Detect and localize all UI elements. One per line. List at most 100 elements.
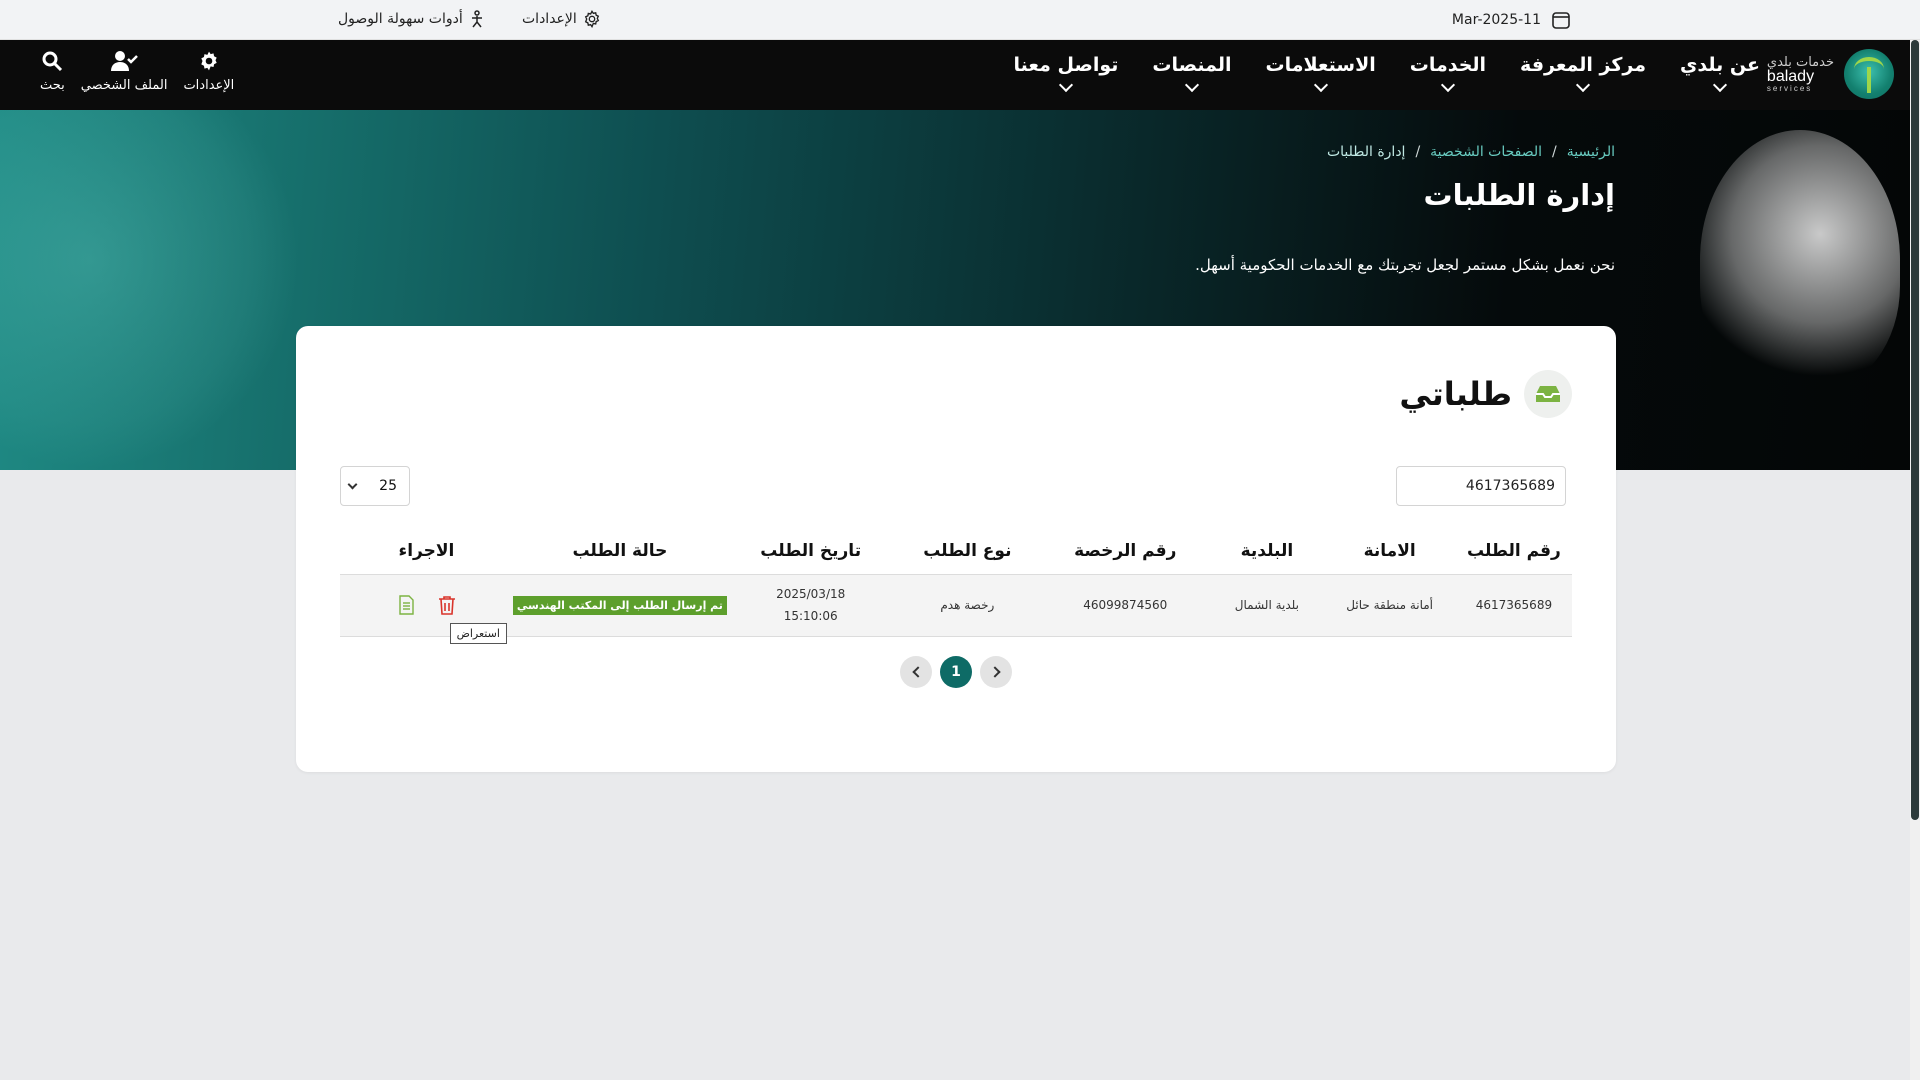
chevron-down-icon (1184, 77, 1200, 93)
column-header[interactable]: الاجراء (340, 528, 513, 575)
nav-item-label: المنصات (1152, 54, 1232, 76)
user-check-icon (111, 51, 138, 71)
column-header[interactable]: حالة الطلب (512, 528, 727, 575)
breadcrumb: الرئيسية / الصفحات الشخصية / إدارة الطلب… (1327, 144, 1615, 160)
brand-logo[interactable]: خدمات بلدي balady services (1767, 49, 1894, 99)
chevron-left-icon (911, 666, 924, 678)
page-scrollbar[interactable] (1910, 40, 1920, 1080)
nav-item-label: مركز المعرفة (1520, 54, 1647, 76)
nav-item-contact[interactable]: تواصل معنا (1013, 40, 1119, 93)
accessibility-label: أدوات سهولة الوصول (338, 11, 463, 27)
nav-item-about[interactable]: عن بلدي (1680, 40, 1760, 93)
chevron-down-icon (347, 479, 358, 489)
column-header[interactable]: رقم الطلب (1455, 528, 1572, 575)
breadcrumb-personal-pages[interactable]: الصفحات الشخصية (1430, 144, 1542, 160)
chevron-down-icon (1058, 77, 1074, 93)
chevron-down-icon (1313, 77, 1328, 93)
column-header[interactable]: الامانة (1323, 528, 1456, 575)
brand-sub: services (1766, 83, 1813, 93)
nav-item-label: الخدمات (1409, 54, 1487, 76)
request-time: 15:10:06 (783, 609, 838, 623)
card-title: طلباتي (1399, 375, 1512, 413)
card-header: طلباتي (1399, 370, 1572, 418)
cell-request-no: 4617365689 (1455, 574, 1572, 637)
view-button[interactable] (396, 595, 416, 615)
nav-item-inquiries[interactable]: الاستعلامات (1265, 40, 1376, 93)
document-icon (399, 595, 415, 615)
date-text: Mar-2025-11 (1451, 12, 1541, 28)
cell-type: رخصة هدم (894, 574, 1041, 637)
prev-page-button[interactable] (900, 656, 932, 688)
main-nav: خدمات بلدي balady services عن بلدي مركز … (0, 40, 1920, 110)
page-title: إدارة الطلبات (1423, 178, 1615, 212)
utility-settings-link[interactable]: الإعدادات (522, 10, 601, 28)
nav-search-label: بحث (40, 78, 65, 93)
next-page-button[interactable] (980, 656, 1012, 688)
brand-text: خدمات بلدي balady services (1767, 56, 1834, 93)
trash-icon (439, 596, 456, 615)
brand-english: balady (1766, 67, 1815, 85)
utility-bar: Mar-2025-11 الإعدادات أدوات سهولة الوصول (0, 0, 1920, 40)
nav-item-label: تواصل معنا (1013, 54, 1119, 76)
accessibility-tools-link[interactable]: أدوات سهولة الوصول (338, 10, 485, 28)
cell-status: تم إرسال الطلب إلى المكتب الهندسي (512, 574, 727, 637)
table-row: 4617365689 أمانة منطقة حائل بلدية الشمال… (340, 574, 1572, 644)
search-input[interactable] (1396, 466, 1566, 506)
accessibility-icon (471, 10, 482, 28)
status-badge: تم إرسال الطلب إلى المكتب الهندسي (512, 595, 727, 615)
palm-watermark-right (1700, 130, 1900, 390)
view-tooltip: استعراض (449, 623, 507, 644)
nav-item-knowledge-center[interactable]: مركز المعرفة (1520, 40, 1647, 93)
nav-profile-button[interactable]: الملف الشخصي (80, 50, 168, 93)
search-icon (42, 51, 63, 72)
breadcrumb-current: إدارة الطلبات (1326, 144, 1406, 160)
breadcrumb-separator: / (1552, 144, 1557, 160)
column-header[interactable]: رقم الرخصة (1040, 528, 1211, 575)
brand-arabic: خدمات بلدي (1766, 54, 1834, 70)
row-actions: استعراض (340, 595, 513, 644)
nav-tools: بحث الملف الشخصي الإعدادات (40, 50, 234, 93)
page-size-select[interactable]: 25 (340, 466, 410, 506)
nav-settings-button[interactable]: الإعدادات (183, 50, 234, 93)
nav-item-label: عن بلدي (1680, 54, 1760, 76)
scrollbar-thumb[interactable] (1911, 40, 1919, 820)
delete-button[interactable] (438, 595, 456, 615)
cell-amanah: أمانة منطقة حائل (1323, 574, 1456, 637)
page-number-button[interactable]: 1 (940, 656, 972, 688)
chevron-down-icon (1440, 77, 1455, 93)
request-date: 2025/03/18 (776, 587, 846, 601)
cell-date: 2025/03/18 15:10:06 (726, 574, 895, 637)
chevron-down-icon (1575, 77, 1591, 93)
palm-logo-icon (1844, 49, 1894, 99)
nav-item-label: الاستعلامات (1265, 54, 1376, 76)
nav-menu: عن بلدي مركز المعرفة الخدمات الاستعلامات… (1014, 40, 1760, 110)
gear-icon (201, 51, 217, 71)
gear-icon (584, 10, 599, 28)
requests-card: طلباتي 25 رقم الطلب الامانة البلدية رقم … (296, 326, 1616, 772)
chevron-down-icon (1712, 77, 1728, 93)
palm-watermark-left (0, 110, 300, 470)
cell-license-no: 46099874560 (1040, 574, 1211, 637)
column-header[interactable]: تاريخ الطلب (726, 528, 895, 575)
column-header[interactable]: البلدية (1210, 528, 1324, 575)
nav-item-services[interactable]: الخدمات (1409, 40, 1487, 93)
page-subtitle: نحن نعمل بشكل مستمر لجعل تجربتك مع الخدم… (1195, 256, 1615, 274)
nav-search-button[interactable]: بحث (40, 50, 65, 93)
column-header[interactable]: نوع الطلب (894, 528, 1041, 575)
cell-municipality: بلدية الشمال (1210, 574, 1324, 637)
cell-actions: استعراض (340, 574, 513, 644)
current-date: Mar-2025-11 (1452, 10, 1571, 30)
table-header-row: رقم الطلب الامانة البلدية رقم الرخصة نوع… (340, 528, 1572, 575)
breadcrumb-home[interactable]: الرئيسية (1567, 144, 1615, 160)
nav-profile-label: الملف الشخصي (80, 78, 168, 93)
inbox-icon (1524, 370, 1572, 418)
page-size-value: 25 (379, 478, 397, 494)
breadcrumb-separator: / (1415, 144, 1421, 160)
pagination: 1 (900, 656, 1012, 688)
utility-settings-label: الإعدادات (522, 11, 577, 27)
requests-table: رقم الطلب الامانة البلدية رقم الرخصة نوع… (340, 528, 1572, 644)
chevron-right-icon (988, 666, 1001, 678)
nav-item-platforms[interactable]: المنصات (1152, 40, 1232, 93)
nav-settings-label: الإعدادات (183, 78, 235, 93)
calendar-icon (1552, 12, 1570, 29)
